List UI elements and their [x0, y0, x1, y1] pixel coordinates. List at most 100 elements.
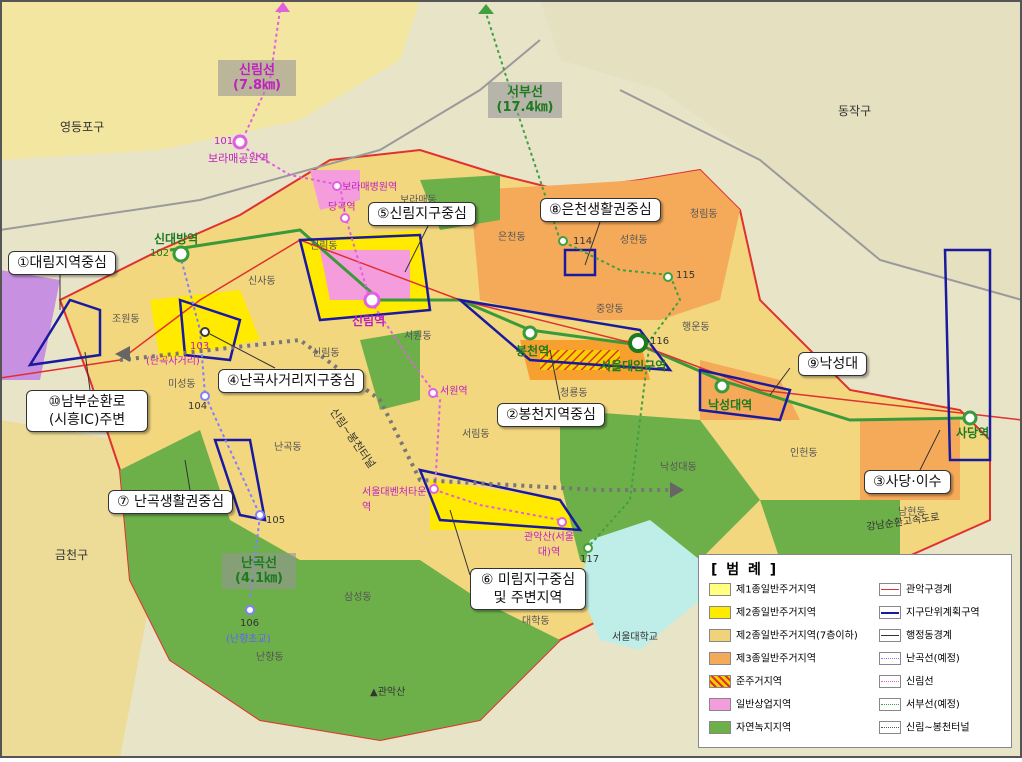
label-seowon-station: 서원역: [440, 386, 468, 397]
legend: [ 범 례 ] 제1종일반주거지역제2종일반주거지역제2종일반주거지역(7층이하…: [698, 554, 1012, 748]
legend-title: [ 범 례 ]: [711, 562, 779, 578]
label-115: 115: [676, 270, 696, 281]
legend-label: 행정동경계: [906, 630, 952, 642]
legend-line-swatch: [879, 652, 901, 665]
label-sillim-station: 신림역: [352, 314, 386, 328]
legend-line-item: 신림선: [879, 675, 934, 689]
label-105: 105: [266, 515, 286, 526]
hood-nakseongdae: 낙성대동: [660, 462, 697, 473]
line-label-seobu: 서부선 (17.4㎞): [488, 82, 562, 118]
label-gwanaksan-peak: ▲관악산: [370, 687, 406, 698]
station-marker-dang: [340, 213, 350, 223]
legend-label: 제3종일반주거지역: [736, 653, 816, 665]
legend-swatch: [709, 583, 731, 596]
legend-line-item: 서부선(예정): [879, 698, 960, 712]
label-117: 117: [580, 554, 600, 565]
legend-item: 제2종일반주거지역(7층이하): [709, 629, 858, 643]
station-marker-boramae-hospital: [332, 181, 342, 191]
label-snu-campus: 서울대학교: [612, 632, 658, 643]
legend-label: 제2종일반주거지역: [736, 607, 816, 619]
legend-label: 준주거지역: [736, 676, 782, 688]
legend-line-swatch: [879, 698, 901, 711]
label-103: 103: [190, 341, 210, 352]
legend-label: 일반상업지역: [736, 699, 792, 711]
legend-line-item: 행정동경계: [879, 629, 952, 643]
district-label-dongjak: 동작구: [838, 104, 872, 118]
station-marker-nakseongdae: [714, 378, 730, 394]
station-marker-venture: [429, 484, 439, 494]
label-boramae-hospital: 보라매병원역: [342, 182, 398, 193]
station-marker-117: [583, 543, 593, 553]
hood-misung: 미성동: [168, 379, 196, 390]
legend-line-swatch: [879, 721, 901, 734]
label-gwanaksan-station: 관악산(서울대)역: [524, 532, 574, 558]
callout-mirim: ⑥ 미림지구중심 및 주변지역: [470, 568, 586, 610]
legend-label: 신림~봉천터널: [906, 722, 970, 734]
legend-item: 제3종일반주거지역: [709, 652, 816, 666]
label-snu-station: 서울대입구역: [600, 359, 667, 373]
legend-line-item: 지구단위계획구역: [879, 606, 980, 620]
hood-euncheon: 은천동: [498, 232, 526, 243]
label-venture: 서울대벤처타운역: [362, 487, 427, 513]
station-marker-sadang: [962, 410, 978, 426]
legend-label: 난곡선(예정): [906, 653, 960, 665]
legend-label: 관악구경계: [906, 584, 952, 596]
hood-sillim: 신림동: [310, 241, 338, 252]
label-dang: 당곡역: [328, 202, 356, 213]
legend-label: 자연녹지지역: [736, 722, 792, 734]
hood-seonghyeon: 성현동: [620, 235, 648, 246]
station-marker-gwanaksan: [557, 517, 567, 527]
label-nakseongdae-station: 낙성대역: [708, 398, 753, 412]
hood-cheongrim: 청림동: [690, 209, 718, 220]
legend-line-item: 관악구경계: [879, 583, 952, 597]
label-102: 102: [150, 248, 170, 259]
hood-haengun: 행운동: [682, 322, 710, 333]
station-marker-104: [200, 391, 210, 401]
hood-inheon: 인헌동: [790, 448, 818, 459]
station-marker-bongcheon: [522, 325, 538, 341]
district-label-yeongdeungpo: 영등포구: [60, 120, 105, 134]
hood-seorim: 서림동: [462, 429, 490, 440]
label-104: 104: [188, 401, 208, 412]
hood-jungang: 중앙동: [596, 304, 624, 315]
legend-item: 제2종일반주거지역: [709, 606, 816, 620]
station-marker-106: [245, 605, 255, 615]
legend-line-swatch: [879, 606, 901, 619]
hood-sinsa: 신사동: [248, 276, 276, 287]
line-label-sillim: 신림선 (7.8㎞): [218, 60, 296, 96]
station-marker-sillim: [363, 291, 381, 309]
legend-item: 일반상업지역: [709, 698, 791, 712]
legend-item: 자연녹지지역: [709, 721, 791, 735]
station-marker-115: [663, 272, 673, 282]
legend-label: 제1종일반주거지역: [736, 584, 816, 596]
legend-line-item: 난곡선(예정): [879, 652, 960, 666]
station-marker-snu: [628, 333, 648, 353]
legend-label: 제2종일반주거지역(7층이하): [736, 630, 858, 642]
district-label-geumcheon: 금천구: [55, 548, 89, 562]
label-116: 116: [650, 336, 670, 347]
legend-line-swatch: [879, 629, 901, 642]
legend-item: 준주거지역: [709, 675, 782, 689]
station-marker-boramae-park: [232, 134, 248, 150]
hood-seowon: 서원동: [404, 331, 432, 342]
legend-swatch: [709, 629, 731, 642]
station-marker-103: [200, 327, 210, 337]
line-label-nangok: 난곡선 (4.1㎞): [222, 553, 296, 589]
label-nangok-intersection: (난곡사거리): [146, 356, 200, 367]
legend-swatch: [709, 698, 731, 711]
legend-label: 신림선: [906, 676, 934, 688]
hood-cheongryong: 청룡동: [560, 388, 588, 399]
hood-nanhyang: 난향동: [256, 652, 284, 663]
callout-nambu-ring: ⑩남부순환로 (시흥IC)주변: [26, 390, 148, 432]
legend-line-item: 신림~봉천터널: [879, 721, 970, 735]
callout-daerim: ①대림지역중심: [8, 251, 116, 275]
legend-swatch: [709, 721, 731, 734]
callout-euncheon: ⑧은천생활권중심: [540, 198, 661, 222]
zoning-map: 영등포구 동작구 금천구 조원동 신사동 신림동 신림동 서원동 미성동 난곡동…: [0, 0, 1022, 758]
station-marker-sindaebang: [172, 245, 190, 263]
hood-sillim2: 신림동: [312, 348, 340, 359]
legend-swatch: [709, 606, 731, 619]
label-114: 114: [573, 236, 593, 247]
station-marker-seowon: [428, 388, 438, 398]
legend-item: 제1종일반주거지역: [709, 583, 816, 597]
